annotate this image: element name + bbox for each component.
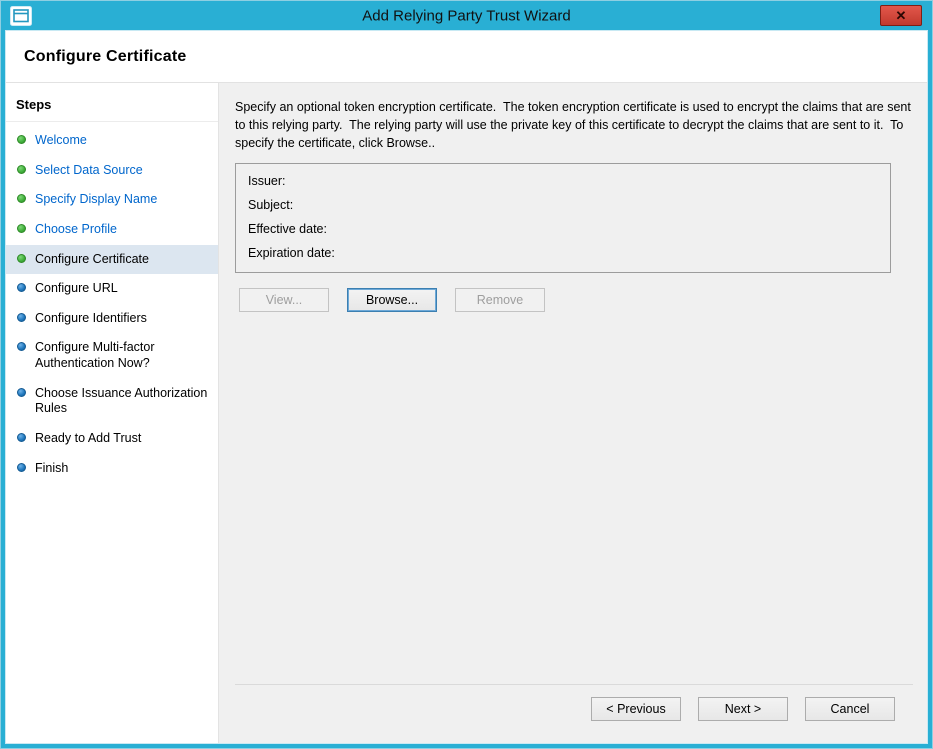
browse-button[interactable]: Browse... — [347, 288, 437, 312]
effective-date-field: Effective date: — [248, 222, 878, 236]
issuer-field: Issuer: — [248, 174, 878, 188]
step-pending-dot-icon — [17, 388, 26, 397]
expiration-date-field: Expiration date: — [248, 246, 878, 260]
step-welcome[interactable]: Welcome — [6, 126, 218, 156]
step-done-dot-icon — [17, 254, 26, 263]
step-label: Select Data Source — [35, 163, 143, 179]
step-label: Choose Issuance Authorization Rules — [35, 386, 210, 417]
step-ready-to-add-trust: Ready to Add Trust — [6, 424, 218, 454]
previous-button[interactable]: < Previous — [591, 697, 681, 721]
step-label: Configure Certificate — [35, 252, 149, 268]
step-done-dot-icon — [17, 165, 26, 174]
step-label: Welcome — [35, 133, 87, 149]
wizard-body: Configure Certificate Steps Welcome Sele… — [5, 30, 928, 744]
step-done-dot-icon — [17, 224, 26, 233]
remove-button[interactable]: Remove — [455, 288, 545, 312]
step-label: Ready to Add Trust — [35, 431, 141, 447]
page-title: Configure Certificate — [24, 48, 907, 66]
step-configure-url: Configure URL — [6, 274, 218, 304]
step-configure-identifiers: Configure Identifiers — [6, 304, 218, 334]
step-pending-dot-icon — [17, 463, 26, 472]
footer-actions: < Previous Next > Cancel — [235, 684, 913, 735]
content-spacer — [235, 312, 913, 684]
main-content: Specify an optional token encryption cer… — [219, 83, 927, 743]
step-pending-dot-icon — [17, 342, 26, 351]
step-finish: Finish — [6, 454, 218, 484]
step-choose-issuance-rules: Choose Issuance Authorization Rules — [6, 379, 218, 424]
view-button[interactable]: View... — [239, 288, 329, 312]
step-label: Specify Display Name — [35, 192, 157, 208]
certificate-details-box: Issuer: Subject: Effective date: Expirat… — [235, 163, 891, 273]
step-pending-dot-icon — [17, 313, 26, 322]
step-label: Choose Profile — [35, 222, 117, 238]
step-label: Finish — [35, 461, 68, 477]
steps-sidebar: Steps Welcome Select Data Source Specify… — [6, 83, 219, 743]
step-label: Configure URL — [35, 281, 118, 297]
steps-header: Steps — [6, 89, 218, 122]
page-header: Configure Certificate — [6, 31, 927, 83]
window-title: Add Relying Party Trust Wizard — [362, 7, 570, 24]
step-configure-certificate: Configure Certificate — [6, 245, 218, 275]
titlebar: Add Relying Party Trust Wizard ✕ — [5, 1, 928, 30]
subject-field: Subject: — [248, 198, 878, 212]
wizard-icon — [9, 5, 33, 26]
step-choose-profile[interactable]: Choose Profile — [6, 215, 218, 245]
step-select-data-source[interactable]: Select Data Source — [6, 156, 218, 186]
certificate-actions: View... Browse... Remove — [239, 288, 913, 312]
step-label: Configure Identifiers — [35, 311, 147, 327]
step-done-dot-icon — [17, 194, 26, 203]
step-pending-dot-icon — [17, 283, 26, 292]
step-configure-mfa: Configure Multi-factor Authentication No… — [6, 333, 218, 378]
step-done-dot-icon — [17, 135, 26, 144]
next-button[interactable]: Next > — [698, 697, 788, 721]
step-pending-dot-icon — [17, 433, 26, 442]
step-label: Configure Multi-factor Authentication No… — [35, 340, 210, 371]
cancel-button[interactable]: Cancel — [805, 697, 895, 721]
step-specify-display-name[interactable]: Specify Display Name — [6, 185, 218, 215]
description-text: Specify an optional token encryption cer… — [235, 99, 913, 152]
close-button[interactable]: ✕ — [880, 5, 922, 26]
close-icon: ✕ — [896, 9, 907, 22]
wizard-window: Add Relying Party Trust Wizard ✕ Configu… — [0, 0, 933, 749]
